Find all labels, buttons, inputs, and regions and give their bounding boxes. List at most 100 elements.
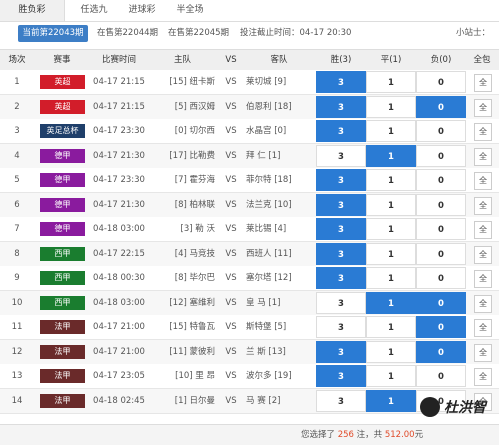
match-time: 04-18 03:00: [93, 297, 145, 308]
win-option-button[interactable]: 3: [316, 218, 366, 240]
select-all-checkbox[interactable]: 全: [474, 196, 492, 215]
away-team: 莱比锡 [4]: [246, 224, 287, 234]
win-option-button[interactable]: 3: [316, 316, 366, 338]
tab-jinqiucai[interactable]: 进球彩: [120, 0, 164, 21]
tab-banquanchang[interactable]: 半全场: [168, 0, 212, 21]
table-row: 3 英足总杯 04-17 23:30 [0] 切尔西 VS 水晶宫 [0] 3 1 0 全: [0, 119, 499, 144]
league-badge: 英超: [40, 75, 85, 89]
win-option-button[interactable]: 3: [316, 340, 366, 363]
win-option-button[interactable]: 3: [316, 291, 366, 314]
league-badge: 英足总杯: [40, 124, 85, 138]
tab-shengfucai[interactable]: 胜负彩: [0, 0, 65, 21]
draw-option-button[interactable]: 1: [366, 267, 416, 289]
vs-label: VS: [225, 101, 237, 112]
issue-next1-button[interactable]: 在售第22044期: [97, 25, 161, 42]
footer-bar: 您选择了 256 注，共 512.00元: [0, 424, 499, 445]
bet-amount: 512.00: [384, 430, 415, 440]
draw-option-button[interactable]: 1: [366, 365, 416, 387]
vs-label: VS: [225, 297, 237, 308]
win-option-button[interactable]: 3: [316, 365, 366, 387]
win-option-button[interactable]: 3: [316, 120, 366, 142]
issue-current-button[interactable]: 当前第22043期: [18, 25, 88, 42]
match-number: 10: [11, 297, 23, 308]
table-row: 6 德甲 04-17 21:30 [8] 柏林联 VS 法兰克 [10] 3 1 0 全: [0, 192, 499, 218]
league-badge: 法甲: [40, 320, 85, 334]
draw-option-button[interactable]: 1: [366, 291, 416, 314]
vs-label: VS: [225, 248, 237, 259]
select-all-checkbox[interactable]: 全: [474, 221, 492, 239]
match-time: 04-17 21:30: [93, 150, 145, 161]
table-row: 12 法甲 04-17 21:00 [11] 蒙彼利 VS 兰 斯 [13] 3 1 0 全: [0, 339, 499, 365]
select-all-checkbox[interactable]: 全: [474, 147, 492, 166]
lose-option-button[interactable]: 0: [416, 218, 466, 240]
home-team: [1] 日尔曼: [174, 395, 215, 406]
draw-option-button[interactable]: 1: [366, 242, 416, 265]
match-time: 04-18 03:00: [93, 224, 145, 234]
away-team: 法兰克 [10]: [246, 199, 292, 210]
select-all-checkbox[interactable]: 全: [474, 98, 492, 117]
draw-option-button[interactable]: 1: [366, 193, 416, 216]
select-all-checkbox[interactable]: 全: [474, 368, 492, 386]
table-row: 8 西甲 04-17 22:15 [4] 马竞技 VS 西班人 [11] 3 1 0 全: [0, 241, 499, 267]
away-team: 马 赛 [2]: [246, 395, 281, 406]
match-time: 04-18 02:45: [93, 395, 145, 406]
lose-option-button[interactable]: 0: [416, 169, 466, 191]
select-all-checkbox[interactable]: 全: [474, 343, 492, 362]
summary-prefix: 您选择了: [301, 430, 338, 440]
table-row: 11 法甲 04-17 21:00 [15] 特鲁瓦 VS 斯特堡 [5] 3 1 0 全: [0, 315, 499, 340]
select-all-checkbox[interactable]: 全: [474, 245, 492, 264]
lose-option-button[interactable]: 0: [416, 144, 466, 167]
lose-option-button[interactable]: 0: [416, 95, 466, 118]
league-badge: 西甲: [40, 295, 85, 310]
select-all-checkbox[interactable]: 全: [474, 294, 492, 313]
header-time: 比赛时间: [101, 55, 136, 65]
lose-option-button[interactable]: 0: [416, 242, 466, 265]
select-all-checkbox[interactable]: 全: [474, 74, 492, 92]
lose-option-button[interactable]: 0: [416, 71, 466, 93]
draw-option-button[interactable]: 1: [366, 71, 416, 93]
win-option-button[interactable]: 3: [316, 144, 366, 167]
win-option-button[interactable]: 3: [316, 71, 366, 93]
select-all-checkbox[interactable]: 全: [474, 123, 492, 141]
win-option-button[interactable]: 3: [316, 193, 366, 216]
lose-option-button[interactable]: 0: [416, 120, 466, 142]
lose-option-button[interactable]: 0: [416, 316, 466, 338]
vs-label: VS: [225, 224, 237, 234]
vs-label: VS: [225, 150, 237, 161]
select-all-checkbox[interactable]: 全: [474, 270, 492, 288]
league-badge: 德甲: [40, 222, 85, 236]
draw-option-button[interactable]: 1: [366, 389, 416, 412]
draw-option-button[interactable]: 1: [366, 95, 416, 118]
select-all-checkbox[interactable]: 全: [474, 172, 492, 190]
select-all-checkbox[interactable]: 全: [474, 319, 492, 337]
vs-label: VS: [225, 175, 237, 185]
home-team: [11] 蒙彼利: [169, 346, 215, 357]
away-team: 菲尔特 [18]: [246, 175, 292, 185]
table-row: 4 德甲 04-17 21:30 [17] 比勒费 VS 拜 仁 [1] 3 1 0 全: [0, 143, 499, 169]
draw-option-button[interactable]: 1: [366, 316, 416, 338]
draw-option-button[interactable]: 1: [366, 218, 416, 240]
lose-option-button[interactable]: 0: [416, 193, 466, 216]
draw-option-button[interactable]: 1: [366, 169, 416, 191]
home-team: [17] 比勒费: [169, 150, 215, 161]
win-option-button[interactable]: 3: [316, 169, 366, 191]
win-option-button[interactable]: 3: [316, 242, 366, 265]
lose-option-button[interactable]: 0: [416, 365, 466, 387]
table-row: 2 英超 04-17 21:15 [5] 西汉姆 VS 伯恩利 [18] 3 1 0 全: [0, 94, 499, 120]
win-option-button[interactable]: 3: [316, 267, 366, 289]
win-option-button[interactable]: 3: [316, 95, 366, 118]
lose-option-button[interactable]: 0: [416, 267, 466, 289]
issue-next2-button[interactable]: 在售第22045期: [168, 25, 232, 42]
lose-option-button[interactable]: 0: [416, 291, 466, 314]
draw-option-button[interactable]: 1: [366, 144, 416, 167]
win-option-button[interactable]: 3: [316, 389, 366, 412]
match-time: 04-17 21:30: [93, 199, 145, 210]
lose-option-button[interactable]: 0: [416, 340, 466, 363]
draw-option-button[interactable]: 1: [366, 120, 416, 142]
summary-middle: 注，共: [353, 430, 385, 440]
tab-renxuanjiu[interactable]: 任选九: [72, 0, 116, 21]
away-team: 水晶宫 [0]: [246, 126, 287, 136]
table-row: 10 西甲 04-18 03:00 [12] 塞维利 VS 皇 马 [1] 3 1 0 全: [0, 290, 499, 316]
away-team: 伯恩利 [18]: [246, 101, 292, 112]
draw-option-button[interactable]: 1: [366, 340, 416, 363]
